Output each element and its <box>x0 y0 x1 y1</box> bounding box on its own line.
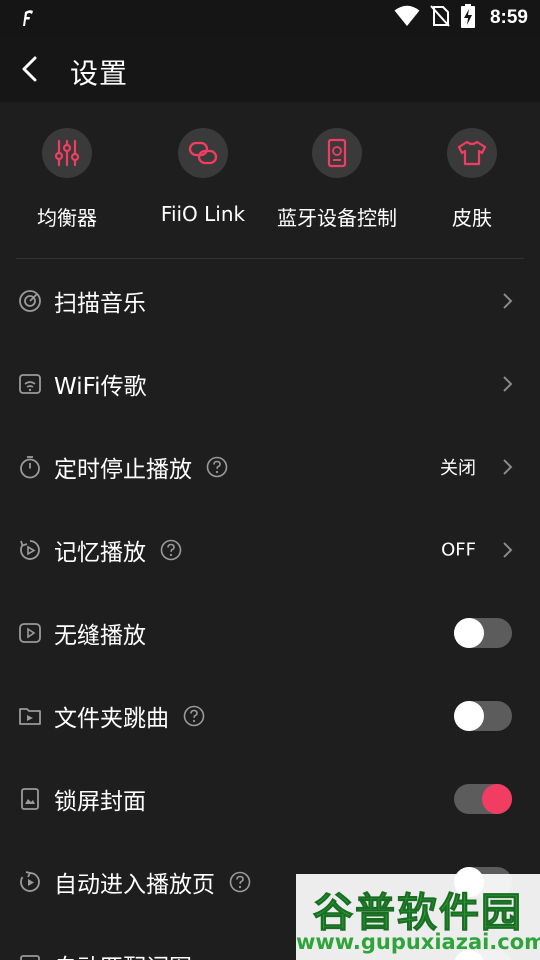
help-icon[interactable] <box>206 456 228 478</box>
scan-icon <box>18 289 42 313</box>
app-header: 设置 <box>0 36 540 102</box>
back-button[interactable] <box>12 50 48 88</box>
scan-music-row[interactable]: 扫描音乐 <box>0 259 540 342</box>
gapless-play-row: 无缝播放 <box>0 591 540 674</box>
wifi-transfer-icon <box>18 372 42 396</box>
back-arrow-icon <box>22 56 37 82</box>
folder-skip-icon <box>18 704 42 728</box>
no-sim-icon <box>430 5 450 31</box>
help-icon[interactable] <box>160 539 182 561</box>
status-time: 8:59 <box>489 7 528 28</box>
memory-play-label: 记忆播放 <box>54 533 182 567</box>
folder-skip-toggle[interactable] <box>454 700 512 731</box>
memory-play-icon <box>18 538 42 562</box>
bluetooth-device-icon <box>312 128 362 178</box>
status-icons: 8:59 <box>394 4 528 32</box>
folder-skip-label: 文件夹跳曲 <box>54 699 205 733</box>
toggle-knob <box>454 700 484 731</box>
quick-actions: 均衡器 FiiO Link 蓝牙设备控制 皮肤 <box>0 102 540 258</box>
lock-screen-cover-label: 锁屏封面 <box>54 788 146 815</box>
watermark-url: www.gupuxiazai.com <box>296 930 540 954</box>
memory-play-text: 记忆播放 <box>54 539 146 566</box>
wifi-icon <box>394 5 420 31</box>
lock-screen-cover-toggle[interactable] <box>454 783 512 814</box>
wifi-transfer-row[interactable]: WiFi传歌 <box>0 342 540 425</box>
fiio-link-shortcut[interactable]: FiiO Link <box>133 128 273 238</box>
sleep-timer-text: 定时停止播放 <box>54 456 192 483</box>
auto-play-page-text: 自动进入播放页 <box>54 871 215 898</box>
settings-list: 扫描音乐 WiFi传歌 定时停止播放 关闭 记忆播放 OFF 无缝播放 文件夹跳… <box>0 259 540 960</box>
memory-play-row[interactable]: 记忆播放 OFF <box>0 508 540 591</box>
memory-play-value: OFF <box>441 539 476 560</box>
auto-play-page-label: 自动进入播放页 <box>54 865 251 899</box>
sleep-timer-row[interactable]: 定时停止播放 关闭 <box>0 425 540 508</box>
lock-screen-icon <box>18 787 42 811</box>
lyrics-icon <box>18 953 42 960</box>
scan-music-label: 扫描音乐 <box>54 290 146 317</box>
skin-shortcut[interactable]: 皮肤 <box>402 128 540 238</box>
app-notification-icon <box>18 8 36 28</box>
gapless-play-label: 无缝播放 <box>54 622 146 649</box>
help-icon[interactable] <box>229 871 251 893</box>
lock-screen-cover-row: 锁屏封面 <box>0 757 540 840</box>
chevron-right-icon <box>503 458 513 475</box>
link-icon <box>178 128 228 178</box>
bluetooth-control-label: 蓝牙设备控制 <box>277 206 397 230</box>
tshirt-icon <box>447 128 497 178</box>
chevron-right-icon <box>503 541 513 558</box>
equalizer-icon <box>42 128 92 178</box>
gapless-icon <box>18 621 42 645</box>
gapless-toggle[interactable] <box>454 617 512 648</box>
fiio-link-label: FiiO Link <box>160 202 246 226</box>
page-title: 设置 <box>70 57 129 90</box>
folder-skip-text: 文件夹跳曲 <box>54 705 169 732</box>
auto-lyrics-label: 自动匹配词图 <box>54 948 192 960</box>
skin-label: 皮肤 <box>452 206 492 230</box>
timer-icon <box>18 455 42 479</box>
auto-play-page-icon <box>18 870 42 894</box>
chevron-right-icon <box>503 292 513 309</box>
help-icon[interactable] <box>183 705 205 727</box>
wifi-transfer-label: WiFi传歌 <box>54 373 147 400</box>
folder-skip-row: 文件夹跳曲 <box>0 674 540 757</box>
chevron-right-icon <box>503 375 513 392</box>
toggle-knob <box>482 783 512 814</box>
battery-charging-icon <box>460 4 476 32</box>
watermark: 谷普软件园 www.gupuxiazai.com <box>296 874 540 960</box>
sleep-timer-value: 关闭 <box>440 457 476 479</box>
bluetooth-control-shortcut[interactable]: 蓝牙设备控制 <box>267 128 407 238</box>
toggle-knob <box>454 617 484 648</box>
equalizer-label: 均衡器 <box>37 206 97 230</box>
status-bar: 8:59 <box>0 0 540 36</box>
sleep-timer-label: 定时停止播放 <box>54 450 228 484</box>
equalizer-shortcut[interactable]: 均衡器 <box>0 128 137 238</box>
